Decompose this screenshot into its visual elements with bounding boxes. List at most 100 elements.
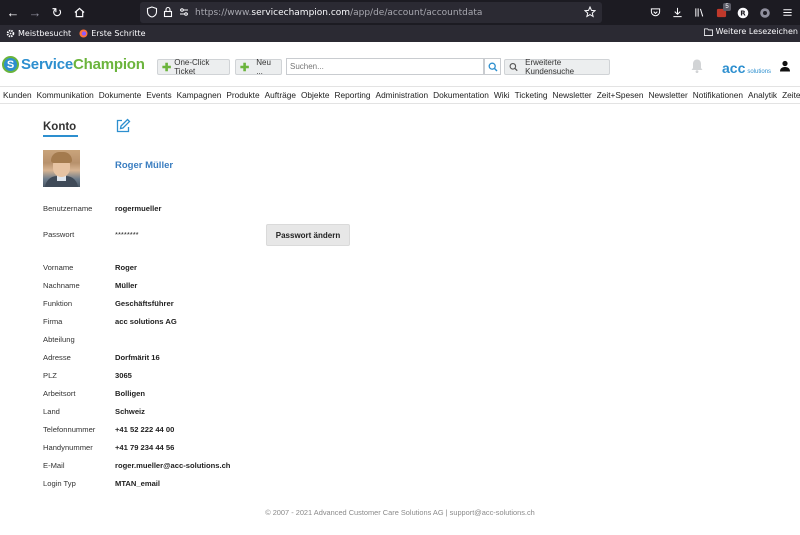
extension-badge: 5 bbox=[723, 2, 731, 11]
url-path: /app/de/account/accountdata bbox=[350, 7, 483, 18]
address-bar[interactable]: https://www.servicechampion.com/app/de/a… bbox=[140, 2, 602, 23]
label-passwort: Passwort bbox=[43, 230, 75, 239]
value-telefonnummer: +41 52 222 44 00 bbox=[115, 425, 175, 434]
value-passwort: ******** bbox=[115, 230, 139, 239]
back-arrow-icon[interactable]: ← bbox=[2, 2, 24, 24]
user-icon[interactable] bbox=[779, 60, 791, 72]
menu-item-reporting[interactable]: Reporting bbox=[332, 90, 373, 100]
forward-arrow-icon[interactable]: → bbox=[24, 2, 46, 24]
label-vorname: Vorname bbox=[43, 263, 74, 272]
lock-icon[interactable] bbox=[162, 6, 174, 18]
label-telefonnummer: Telefonnummer bbox=[43, 425, 96, 434]
label-funktion: Funktion bbox=[43, 299, 73, 308]
download-icon[interactable] bbox=[670, 6, 684, 20]
bookmark-star-icon[interactable] bbox=[584, 6, 596, 18]
search-input[interactable] bbox=[286, 58, 484, 75]
label-nachname: Nachname bbox=[43, 281, 80, 290]
value-email: roger.mueller@acc-solutions.ch bbox=[115, 461, 231, 470]
library-icon[interactable] bbox=[692, 6, 706, 20]
folder-icon bbox=[703, 27, 713, 36]
menu-item-objekte[interactable]: Objekte bbox=[298, 90, 332, 100]
bookmark-meistbesucht[interactable]: Meistbesucht bbox=[6, 29, 71, 38]
bookmark-erste-schritte[interactable]: Erste Schritte bbox=[79, 29, 146, 38]
menu-item-kampagnen[interactable]: Kampagnen bbox=[174, 90, 224, 100]
other-bookmarks[interactable]: Weitere Lesezeichen bbox=[703, 27, 798, 36]
menu-icon[interactable] bbox=[780, 6, 794, 20]
menu-item-analytik[interactable]: Analytik bbox=[746, 90, 780, 100]
menu-item-wiki[interactable]: Wiki bbox=[491, 90, 512, 100]
page-title: Konto bbox=[43, 121, 77, 133]
extension-icon[interactable]: 5 bbox=[714, 2, 731, 20]
plus-icon: ✚ bbox=[162, 61, 172, 74]
menu-item-events[interactable]: Events bbox=[144, 90, 174, 100]
menu-item-notifikationen[interactable]: Notifikationen bbox=[690, 90, 745, 100]
value-login-typ: MTAN_email bbox=[115, 479, 161, 488]
menu-item-kunden[interactable]: Kunden bbox=[0, 90, 34, 100]
menu-item-newsletter[interactable]: Newsletter bbox=[550, 90, 594, 100]
one-click-ticket-button[interactable]: ✚ One-Click Ticket bbox=[157, 58, 230, 76]
avatar bbox=[43, 150, 80, 187]
menu-item-auftraege[interactable]: Aufträge bbox=[262, 90, 298, 100]
menu-item-kommunikation[interactable]: Kommunikation bbox=[34, 90, 96, 100]
advanced-search-label: Erweiterte Kundensuche bbox=[525, 58, 575, 76]
value-nachname: Müller bbox=[115, 281, 138, 290]
toolbar-right: 5 R bbox=[648, 0, 794, 25]
account-page: Konto Roger Müller Benutzername rogermue… bbox=[0, 104, 800, 535]
one-click-ticket-label: One-Click Ticket bbox=[174, 58, 210, 76]
menu-item-administration[interactable]: Administration bbox=[373, 90, 431, 100]
home-icon[interactable] bbox=[68, 2, 90, 24]
svg-text:R: R bbox=[740, 9, 746, 17]
browser-toolbar: ← → ↻ https://www.servicechampion.com/ap… bbox=[0, 0, 800, 25]
gear-extension-icon[interactable] bbox=[758, 6, 772, 20]
label-handynummer: Handynummer bbox=[43, 443, 93, 452]
menu-item-dokumentation[interactable]: Dokumentation bbox=[431, 90, 492, 100]
new-button[interactable]: ✚ Neu ... bbox=[235, 58, 282, 76]
menu-item-zeiterfassung[interactable]: Zeiterfassung bbox=[780, 90, 800, 100]
search-icon bbox=[509, 62, 518, 72]
footer-copyright: © 2007 - 2021 Advanced Customer Care Sol… bbox=[265, 508, 535, 517]
label-login-typ: Login Typ bbox=[43, 479, 76, 488]
value-handynummer: +41 79 234 44 56 bbox=[115, 443, 175, 452]
other-bookmarks-label: Weitere Lesezeichen bbox=[715, 27, 798, 36]
reload-icon[interactable]: ↻ bbox=[46, 2, 68, 24]
new-label: Neu ... bbox=[256, 58, 271, 76]
plus-icon: ✚ bbox=[240, 61, 250, 74]
app-header: S ServiceChampion ✚ One-Click Ticket ✚ N… bbox=[0, 42, 800, 86]
label-abteilung: Abteilung bbox=[43, 335, 75, 344]
servicechampion-logo[interactable]: S ServiceChampion bbox=[2, 56, 145, 73]
logo-s-icon: S bbox=[2, 56, 19, 73]
label-email: E-Mail bbox=[43, 461, 65, 470]
menu-item-ticketing[interactable]: Ticketing bbox=[512, 90, 550, 100]
menu-item-dokumente[interactable]: Dokumente bbox=[96, 90, 143, 100]
menu-item-zeit-spesen[interactable]: Zeit+Spesen bbox=[594, 90, 646, 100]
edit-icon[interactable] bbox=[115, 118, 131, 134]
gear-icon bbox=[6, 29, 15, 38]
shield-icon[interactable] bbox=[146, 6, 158, 18]
bookmarks-toolbar: Meistbesucht Erste Schritte Weitere Lese… bbox=[0, 25, 800, 42]
value-vorname: Roger bbox=[115, 263, 137, 272]
title-underline bbox=[43, 135, 78, 137]
value-arbeitsort: Bolligen bbox=[115, 389, 145, 398]
value-firma: acc solutions AG bbox=[115, 317, 177, 326]
pocket-icon[interactable] bbox=[648, 6, 662, 20]
notification-bell-icon[interactable] bbox=[690, 58, 704, 74]
change-password-button[interactable]: Passwort ändern bbox=[266, 224, 350, 246]
value-plz: 3065 bbox=[115, 371, 132, 380]
search-button[interactable] bbox=[484, 58, 501, 75]
url-text: https://www.servicechampion.com/app/de/a… bbox=[195, 8, 482, 18]
account-extension-icon[interactable]: R bbox=[736, 6, 750, 20]
bookmark-label: Meistbesucht bbox=[18, 29, 72, 38]
main-menu: Kunden Kommunikation Dokumente Events Ka… bbox=[0, 86, 800, 104]
menu-item-produkte[interactable]: Produkte bbox=[224, 90, 262, 100]
search-icon bbox=[488, 62, 498, 72]
advanced-customer-search-button[interactable]: Erweiterte Kundensuche bbox=[504, 58, 610, 76]
acc-solutions-text: solutions bbox=[747, 69, 772, 75]
value-land: Schweiz bbox=[115, 407, 145, 416]
menu-item-newsletter-2[interactable]: Newsletter bbox=[646, 90, 690, 100]
url-domain: servicechampion.com bbox=[251, 7, 351, 18]
acc-solutions-logo: acc solutions bbox=[722, 60, 771, 76]
logo-text: ServiceChampion bbox=[21, 56, 145, 73]
label-benutzername: Benutzername bbox=[43, 204, 93, 213]
permissions-icon[interactable] bbox=[178, 6, 190, 18]
bookmark-label: Erste Schritte bbox=[91, 29, 146, 38]
